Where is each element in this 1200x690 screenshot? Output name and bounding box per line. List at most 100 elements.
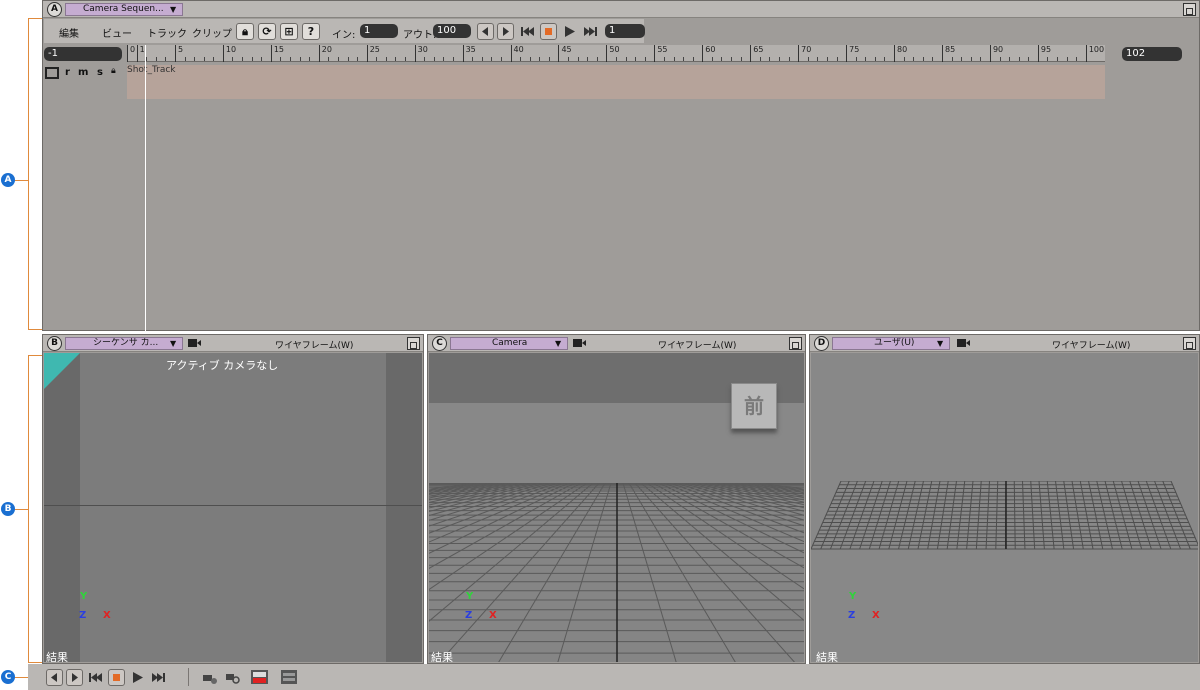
ruler-minor-tick	[577, 57, 579, 61]
ruler-minor-tick	[433, 57, 435, 61]
panel-b-viewport[interactable]: アクティブ カメラなし Y Z X 結果	[44, 353, 422, 662]
ruler-minor-tick	[932, 57, 934, 61]
panel-d-camera-dropdown[interactable]: ユーザ(U) ▼	[832, 337, 950, 350]
panel-d-shading-mode[interactable]: ワイヤフレーム(W)	[1052, 338, 1130, 351]
bottom-playback-bar	[28, 664, 1200, 690]
snap-icon[interactable]: ⊞	[280, 23, 298, 40]
timeline-start-field[interactable]: -1	[44, 47, 122, 61]
ruler-minor-tick	[194, 57, 196, 61]
ruler-tick-label: 40	[513, 45, 524, 54]
stop-icon[interactable]	[108, 669, 125, 686]
go-to-end-icon[interactable]	[582, 23, 599, 40]
timeline-end-field[interactable]: 102	[1122, 47, 1182, 61]
ruler-minor-tick	[472, 57, 474, 61]
ruler-minor-tick	[731, 57, 733, 61]
step-back-icon[interactable]	[477, 23, 494, 40]
camera-icon[interactable]	[187, 337, 202, 349]
go-to-start-icon[interactable]	[519, 23, 536, 40]
panel-c-viewport[interactable]: 前 Y Z X 結果	[429, 353, 804, 662]
maximize-icon[interactable]	[1183, 3, 1196, 16]
panel-a-view-dropdown[interactable]: Camera Sequen... ▼	[65, 3, 183, 16]
ruler-tick-label: 95	[1040, 45, 1052, 54]
ruler-minor-tick	[807, 57, 809, 61]
camera-icon[interactable]	[572, 337, 587, 349]
ruler-minor-tick	[673, 57, 675, 61]
axis-x-label: X	[103, 610, 111, 621]
ruler-minor-tick	[357, 57, 359, 61]
track-flag-solo[interactable]: s	[97, 67, 103, 78]
track-flag-mute[interactable]: m	[78, 67, 88, 78]
step-forward-icon[interactable]	[497, 23, 514, 40]
ruler-tick-label: 5	[177, 45, 184, 54]
panel-c-shading-mode[interactable]: ワイヤフレーム(W)	[658, 338, 736, 351]
panel-b-camera-dropdown[interactable]: シーケンサ カ... ▼	[65, 337, 183, 350]
track-lock-icon[interactable]: 🔒︎	[111, 66, 116, 76]
ruler-tick: 80	[894, 45, 907, 62]
ruler-minor-tick	[913, 57, 915, 61]
step-back-icon[interactable]	[46, 669, 63, 686]
panel-d-viewport[interactable]: Y Z X 結果	[811, 353, 1198, 662]
perspective-grid	[429, 483, 804, 662]
lock-icon[interactable]: 🔒︎	[236, 23, 254, 40]
go-to-end-icon[interactable]	[150, 669, 167, 686]
play-icon[interactable]	[561, 23, 578, 40]
ruler-tick-label: 15	[273, 45, 284, 54]
camera-key-icon[interactable]	[201, 669, 218, 686]
timeline-ruler[interactable]: 0 1 5 10 15 20 25 30 35 40 45 50 55 60 65 70 75 80 85 90 95 1…	[127, 45, 1105, 62]
ruler-tick: 100	[1085, 45, 1104, 62]
panel-b-shading-mode[interactable]: ワイヤフレーム(W)	[275, 338, 353, 351]
ruler-minor-tick	[165, 57, 167, 61]
maximize-icon[interactable]	[1183, 337, 1196, 350]
current-frame-field[interactable]: 1	[605, 24, 645, 38]
ruler-tick: 90	[989, 45, 1003, 62]
ruler-minor-tick	[539, 57, 541, 61]
ruler-minor-tick	[203, 57, 205, 61]
ruler-tick: 15	[270, 45, 284, 62]
ruler-minor-tick	[251, 57, 253, 61]
sequencer-toolbar: 編集 ビュー トラック クリップ 🔒︎ ⟳ ⊞ ? イン: 1 アウト: 100…	[44, 19, 645, 43]
help-icon[interactable]: ?	[302, 23, 320, 40]
ruler-tick-label: 50	[609, 45, 620, 54]
in-field[interactable]: 1	[360, 24, 398, 38]
go-to-start-icon[interactable]	[87, 669, 104, 686]
axis-x-label: X	[489, 610, 497, 621]
refresh-icon[interactable]: ⟳	[258, 23, 276, 40]
menu-clip[interactable]: クリップ	[192, 25, 232, 40]
axis-x-label: X	[872, 610, 880, 621]
camera-zoom-icon[interactable]	[224, 669, 241, 686]
ruler-minor-tick	[376, 57, 378, 61]
ruler-minor-tick	[836, 57, 838, 61]
panel-b-dropdown-label: シーケンサ カ...	[93, 338, 159, 348]
ruler-minor-tick	[721, 57, 723, 61]
ruler-minor-tick	[520, 57, 522, 61]
record-icon[interactable]	[250, 668, 268, 685]
ruler-minor-tick	[261, 57, 263, 61]
ruler-tick: 35	[462, 45, 476, 62]
camera-icon[interactable]	[956, 337, 971, 349]
ruler-minor-tick	[280, 57, 282, 61]
user-viewport-panel: D ユーザ(U) ▼ ワイヤフレーム(W) Y Z X 結果	[809, 334, 1200, 664]
ruler-minor-tick	[951, 57, 953, 61]
menu-view[interactable]: ビュー	[102, 25, 132, 40]
panel-c-camera-dropdown[interactable]: Camera ▼	[450, 337, 568, 350]
ruler-minor-tick	[759, 57, 761, 61]
step-forward-icon[interactable]	[66, 669, 83, 686]
play-icon[interactable]	[129, 669, 146, 686]
stop-icon[interactable]	[540, 23, 557, 40]
menu-track[interactable]: トラック	[147, 25, 187, 40]
maximize-icon[interactable]	[407, 337, 420, 350]
track-flag-record[interactable]: r	[65, 67, 70, 78]
out-field[interactable]: 100	[433, 24, 471, 38]
camera-sequencer-panel: A Camera Sequen... ▼ 編集 ビュー トラック クリップ 🔒︎…	[42, 0, 1200, 331]
view-cube[interactable]: 前	[731, 383, 777, 429]
ruler-minor-tick	[347, 57, 349, 61]
menu-edit[interactable]: 編集	[59, 25, 79, 40]
ruler-tick-label: 75	[849, 45, 860, 54]
film-strip-icon[interactable]	[280, 668, 297, 685]
maximize-icon[interactable]	[789, 337, 802, 350]
chevron-down-icon: ▼	[937, 339, 944, 348]
ruler-minor-tick	[548, 57, 550, 61]
playhead[interactable]	[145, 45, 146, 331]
shot-track-bar[interactable]	[127, 65, 1105, 99]
ruler-minor-tick	[788, 57, 790, 61]
